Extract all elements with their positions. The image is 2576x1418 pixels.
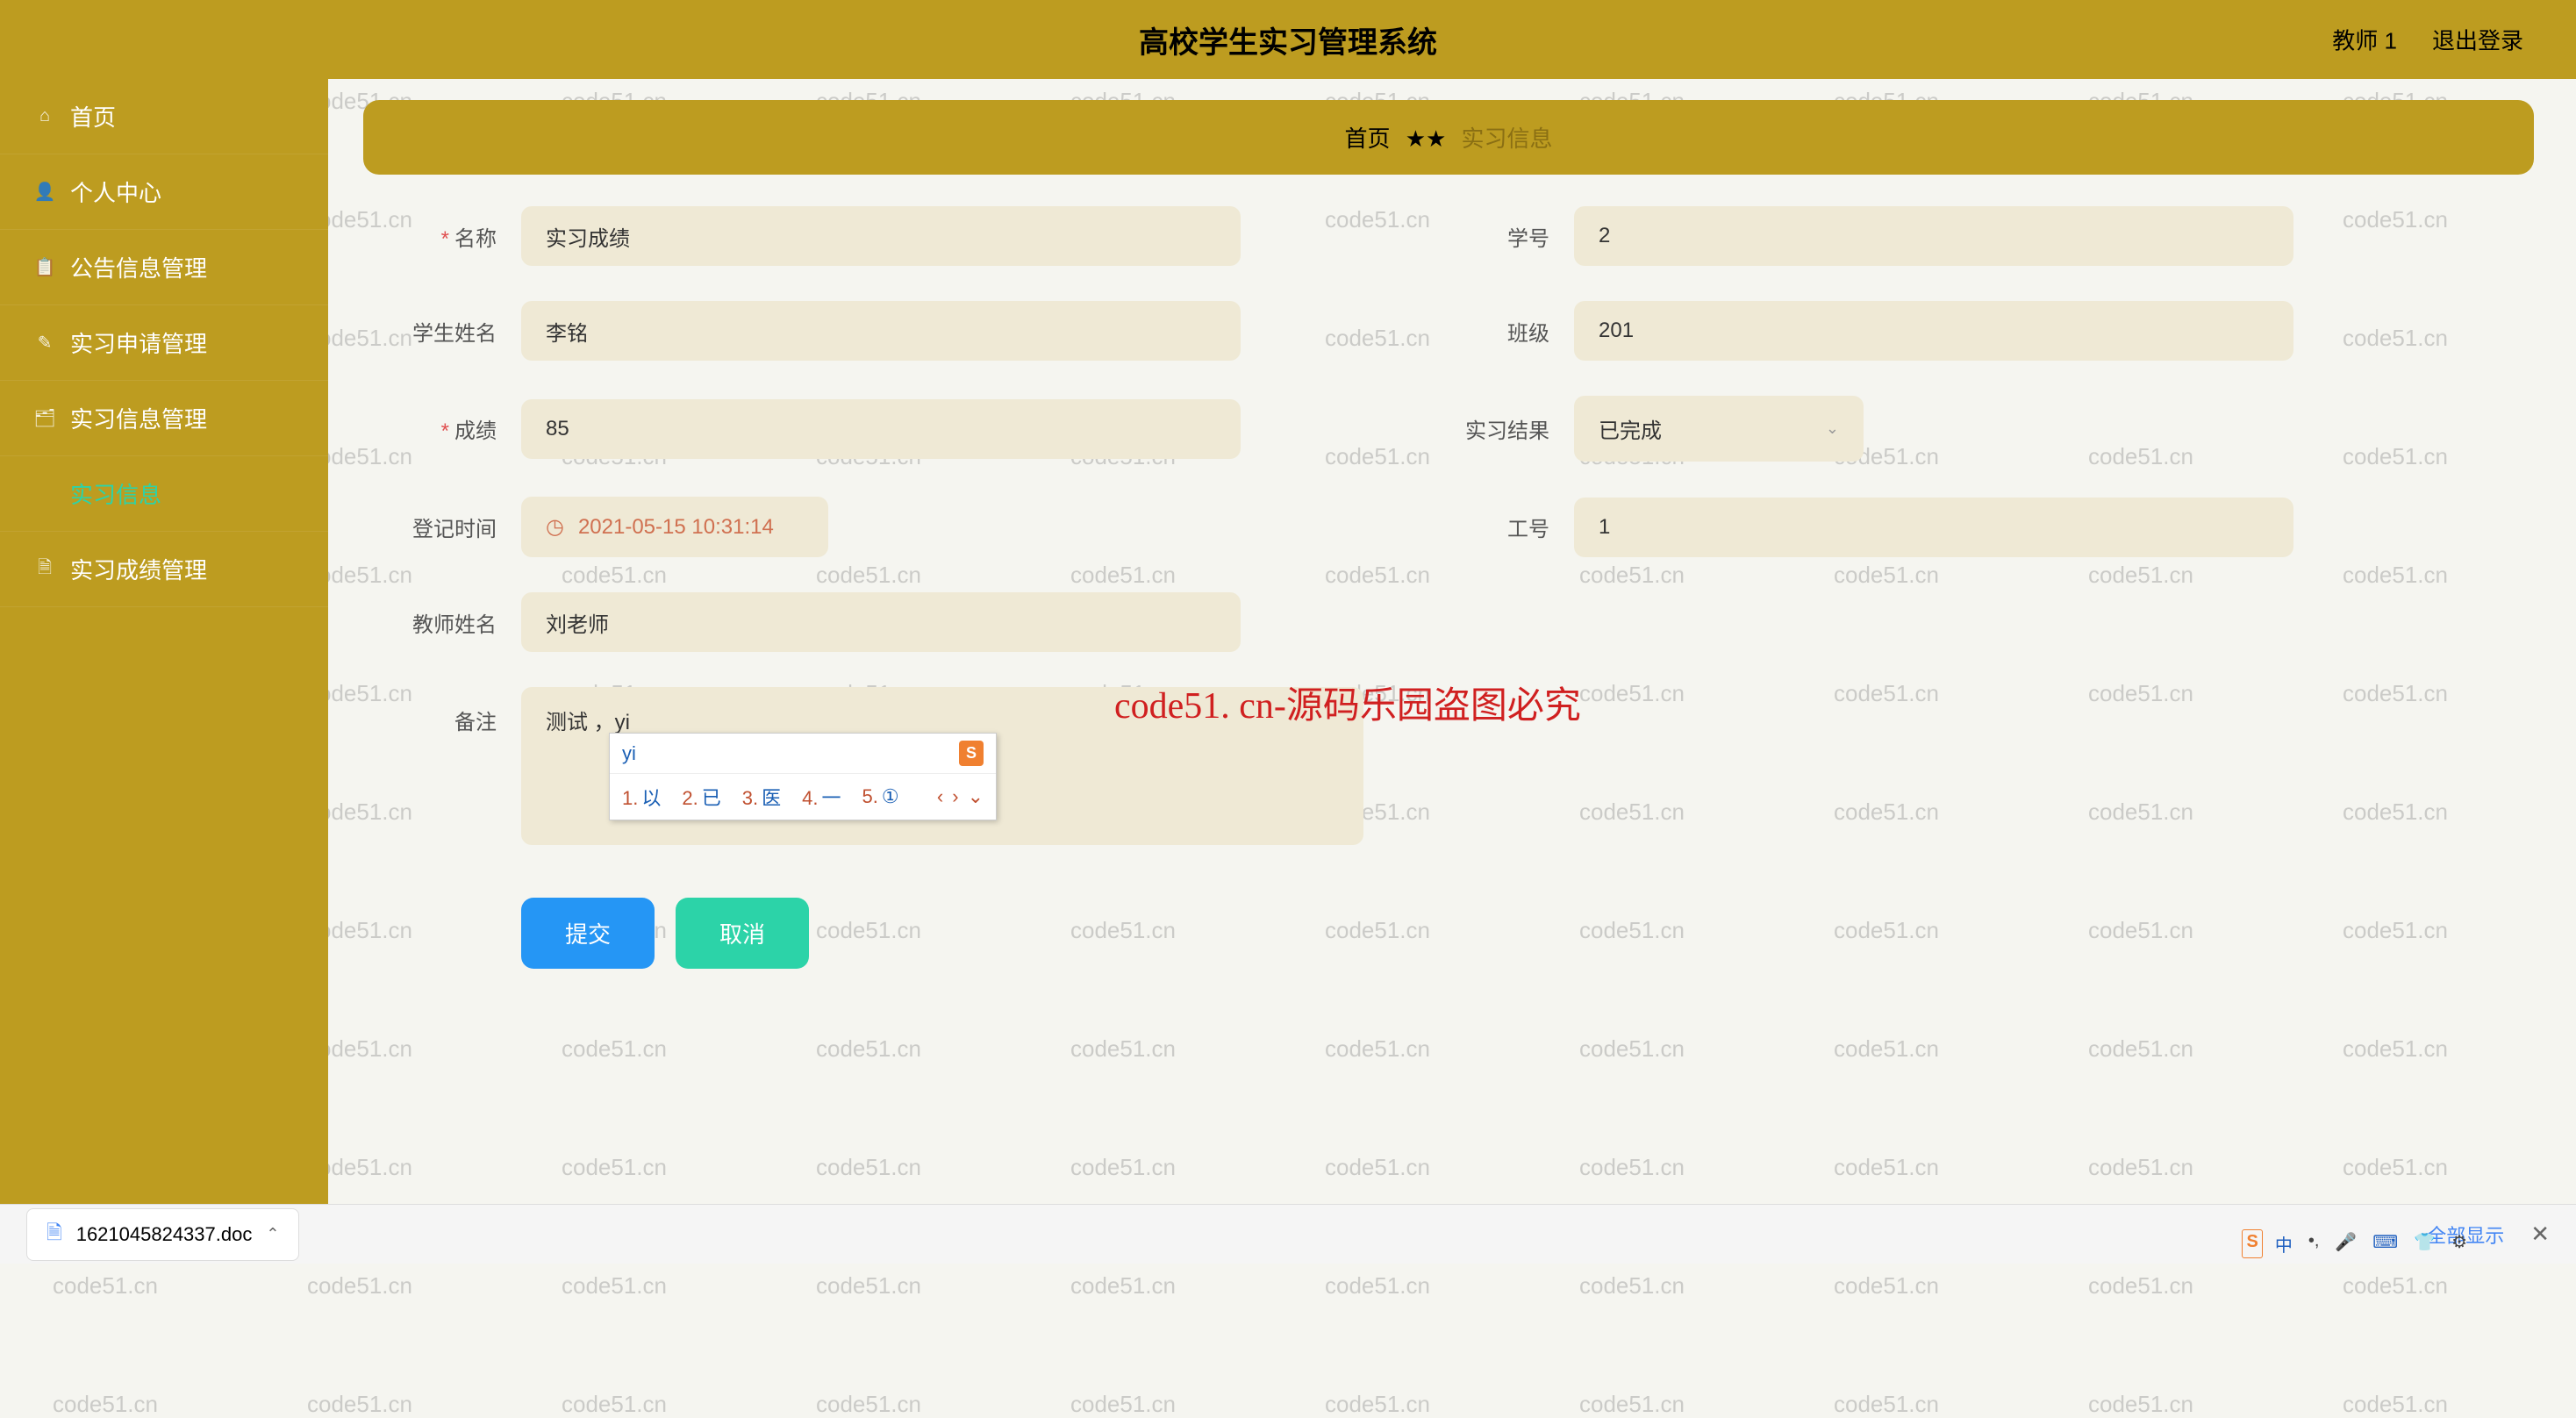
sidebar-item-label: 公告信息管理 [70, 251, 207, 283]
tray-sogou-icon[interactable]: S [2242, 1229, 2262, 1258]
sidebar-item-label: 个人中心 [70, 175, 161, 208]
header-user-area: 教师 1 退出登录 [2332, 24, 2523, 56]
field-result: 实习结果 已完成 ⌄ [1416, 396, 2293, 462]
select-result[interactable]: 已完成 ⌄ [1574, 396, 1864, 462]
label-teacher-name: 教师姓名 [363, 607, 521, 638]
close-icon[interactable]: ✕ [2530, 1221, 2550, 1248]
ime-candidate[interactable]: 2.已 [682, 783, 720, 811]
input-work-no[interactable] [1574, 498, 2293, 557]
chevron-down-icon: ⌄ [1826, 419, 1839, 438]
download-item[interactable]: 🗎 1621045824337.doc ⌃ [26, 1208, 299, 1261]
label-name: 名称 [363, 221, 521, 252]
main-content: 首页 ★★ 实习信息 名称 学号 学生姓名 班级 [328, 79, 2576, 1264]
app-title: 高校学生实习管理系统 [1139, 18, 1437, 61]
remark-value: 测试 ，yi [546, 711, 630, 734]
label-remark: 备注 [363, 687, 521, 735]
reg-time-value: 2021-05-15 10:31:14 [578, 515, 774, 540]
chevron-down-icon[interactable]: ⌄ [968, 785, 984, 808]
sidebar-item-info[interactable]: 实习信息 [0, 456, 328, 532]
chevron-right-icon[interactable]: › [952, 785, 958, 808]
button-row: 提交 取消 [363, 898, 2293, 969]
breadcrumb-home[interactable]: 首页 [1344, 125, 1390, 152]
ime-candidate[interactable]: 5.① [862, 785, 899, 808]
field-reg-time: 登记时间 ◷ 2021-05-15 10:31:14 [363, 497, 1241, 557]
field-student-name: 学生姓名 [363, 301, 1241, 361]
sidebar-item-info-mgmt[interactable]: 🗂 实习信息管理 [0, 381, 328, 456]
sidebar-item-label: 实习信息 [70, 477, 161, 510]
select-result-value: 已完成 [1599, 413, 1662, 444]
tray-keyboard-icon[interactable]: ⌨ [2369, 1229, 2401, 1258]
field-student-no: 学号 [1416, 206, 2293, 266]
label-class: 班级 [1416, 316, 1574, 347]
input-teacher-name[interactable] [521, 592, 1241, 652]
ime-input-row: yi S [610, 734, 996, 774]
ime-composition: yi [622, 742, 636, 765]
ime-candidate[interactable]: 3.医 [742, 783, 781, 811]
input-class[interactable] [1574, 301, 2293, 361]
clipboard-icon: 📋 [35, 258, 54, 277]
label-reg-time: 登记时间 [363, 512, 521, 542]
chevron-up-icon[interactable]: ⌃ [266, 1225, 279, 1243]
field-work-no: 工号 [1416, 497, 2293, 557]
breadcrumb-sep: ★★ [1406, 125, 1447, 152]
tray-skin-icon[interactable]: 👕 [2410, 1229, 2439, 1258]
sidebar-item-application[interactable]: ✎ 实习申请管理 [0, 305, 328, 381]
download-filename: 1621045824337.doc [76, 1223, 253, 1246]
cancel-button[interactable]: 取消 [676, 898, 809, 969]
sidebar-item-score-mgmt[interactable]: 🗎 实习成绩管理 [0, 532, 328, 607]
ime-candidates: 1.以 2.已 3.医 4.一 5.① ‹ › ⌄ [610, 774, 996, 820]
download-bar: 🗎 1621045824337.doc ⌃ 全部显示 ✕ [0, 1204, 2576, 1264]
input-student-no[interactable] [1574, 206, 2293, 266]
sidebar-item-label: 实习信息管理 [70, 402, 207, 434]
label-result: 实习结果 [1416, 413, 1574, 444]
form: 名称 学号 学生姓名 班级 成绩 实习结果 [363, 206, 2293, 969]
sidebar-item-label: 首页 [70, 100, 116, 132]
ime-candidate[interactable]: 1.以 [622, 783, 661, 811]
document-icon: 🗎 [35, 560, 54, 579]
field-teacher-name: 教师姓名 [363, 592, 1241, 652]
header-bar: 高校学生实习管理系统 教师 1 退出登录 [0, 0, 2576, 79]
current-user[interactable]: 教师 1 [2332, 24, 2397, 56]
sidebar-item-home[interactable]: ⌂ 首页 [0, 79, 328, 154]
ime-popup: yi S 1.以 2.已 3.医 4.一 5.① ‹ › [609, 733, 997, 820]
chevron-left-icon[interactable]: ‹ [937, 785, 943, 808]
edit-icon: ✎ [35, 333, 54, 353]
sidebar: ⌂ 首页 👤 个人中心 📋 公告信息管理 ✎ 实习申请管理 🗂 实习信息管理 实… [0, 79, 328, 1264]
label-student-name: 学生姓名 [363, 316, 521, 347]
sidebar-item-personal[interactable]: 👤 个人中心 [0, 154, 328, 230]
ime-nav[interactable]: ‹ › ⌄ [937, 785, 984, 808]
field-score: 成绩 [363, 396, 1241, 462]
input-name[interactable] [521, 206, 1241, 266]
field-name: 名称 [363, 206, 1241, 266]
label-score: 成绩 [363, 413, 521, 444]
label-student-no: 学号 [1416, 221, 1574, 252]
tray-mic-icon[interactable]: 🎤 [2331, 1229, 2360, 1258]
ime-tray: S 中 •, 🎤 ⌨ 👕 ⚙ [2242, 1229, 2471, 1258]
ime-candidate[interactable]: 4.一 [802, 783, 841, 811]
logout-link[interactable]: 退出登录 [2432, 24, 2523, 56]
breadcrumb: 首页 ★★ 实习信息 [363, 100, 2534, 175]
submit-button[interactable]: 提交 [521, 898, 655, 969]
input-student-name[interactable] [521, 301, 1241, 361]
input-reg-time[interactable]: ◷ 2021-05-15 10:31:14 [521, 497, 828, 557]
tray-punct-icon[interactable]: •, [2305, 1229, 2323, 1258]
sidebar-item-label: 实习成绩管理 [70, 553, 207, 585]
label-work-no: 工号 [1416, 512, 1574, 542]
tray-lang-icon[interactable]: 中 [2272, 1229, 2296, 1258]
home-icon: ⌂ [35, 107, 54, 126]
tray-settings-icon[interactable]: ⚙ [2448, 1229, 2471, 1258]
user-icon: 👤 [35, 183, 54, 202]
field-class: 班级 [1416, 301, 2293, 361]
sidebar-item-label: 实习申请管理 [70, 326, 207, 359]
document-icon: 🗎 [47, 1218, 62, 1251]
sidebar-item-announcement[interactable]: 📋 公告信息管理 [0, 230, 328, 305]
breadcrumb-current: 实习信息 [1462, 125, 1553, 152]
watermark-overlay-text: code51. cn-源码乐园盗图必究 [1114, 676, 1581, 729]
input-score[interactable] [521, 399, 1241, 459]
sogou-logo-icon: S [959, 741, 984, 766]
archive-icon: 🗂 [35, 409, 54, 428]
clock-icon: ◷ [546, 514, 564, 540]
